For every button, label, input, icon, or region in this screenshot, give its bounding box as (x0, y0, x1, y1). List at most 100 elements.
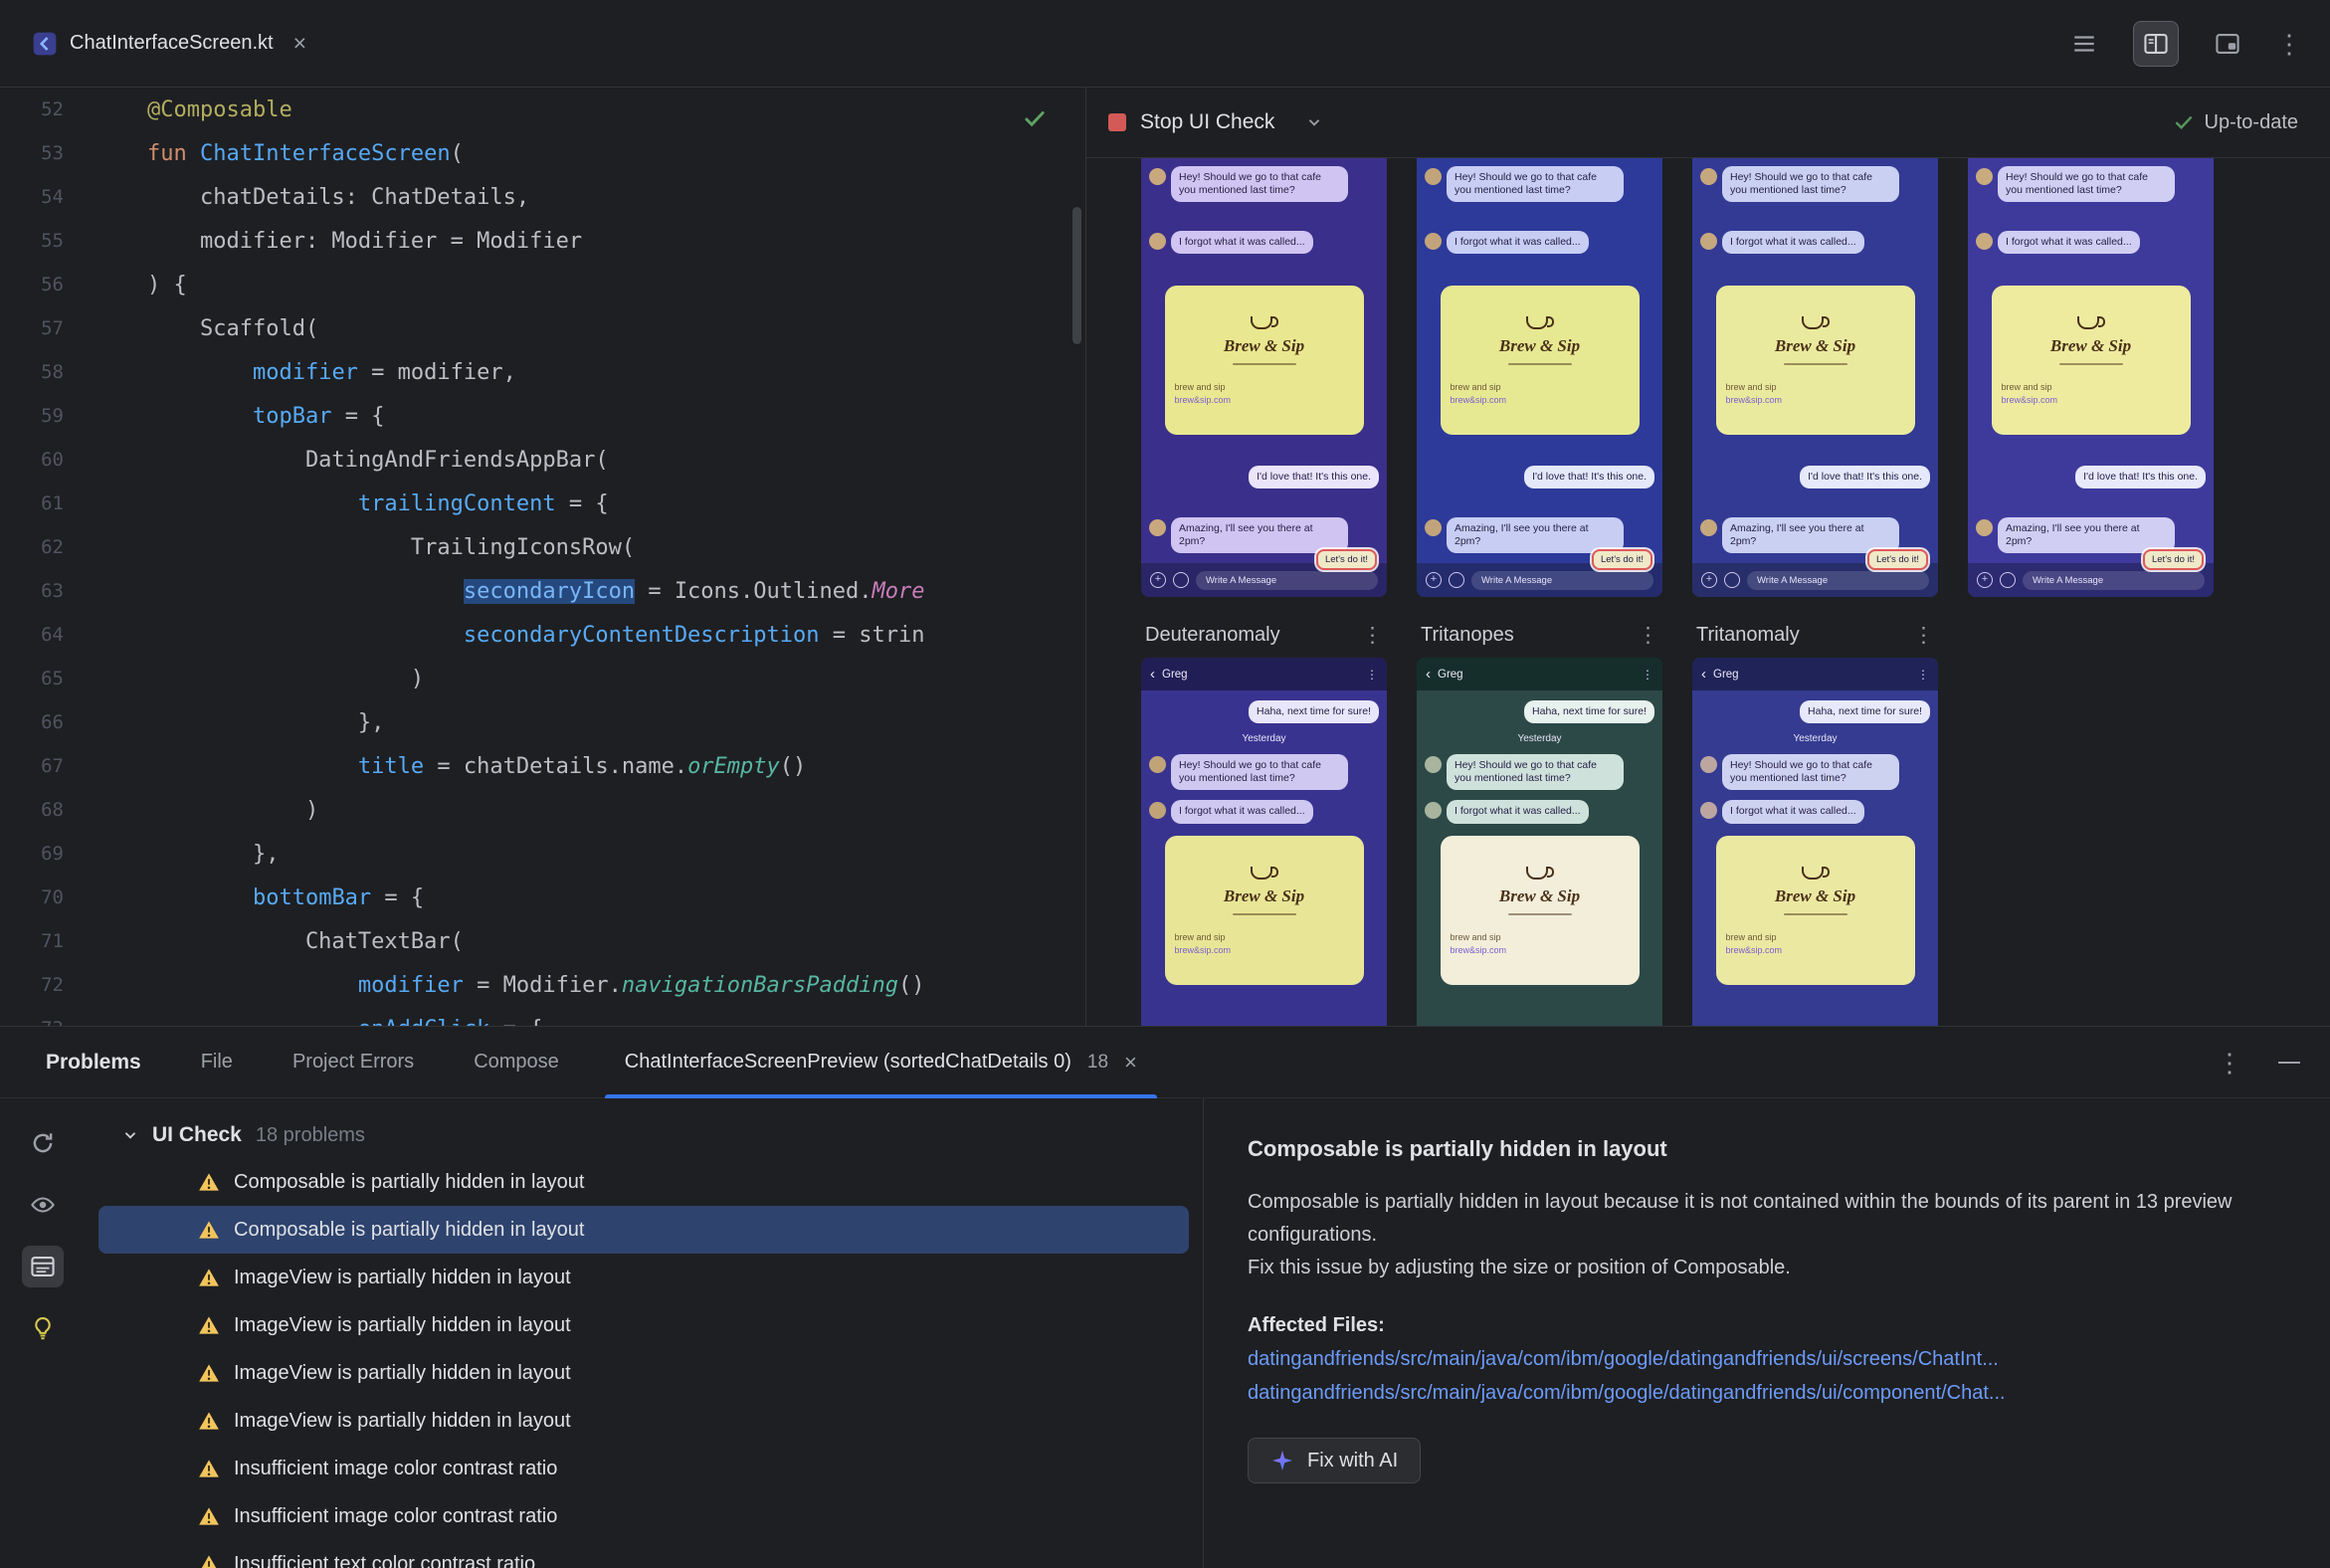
flagged-composable[interactable]: Let's do it! (1866, 549, 1928, 570)
problem-row[interactable]: Insufficient image color contrast ratio (98, 1445, 1189, 1492)
close-tab-icon[interactable]: × (293, 32, 306, 55)
problem-row[interactable]: ImageView is partially hidden in layout (98, 1397, 1189, 1445)
more-options-icon[interactable]: ⋮ (2217, 1050, 2242, 1076)
line-number[interactable]: 73 (0, 1018, 64, 1026)
problem-row[interactable]: Composable is partially hidden in layout (98, 1158, 1189, 1206)
preview-phone[interactable]: ‹ Greg ⋮ Haha, next time for sure! Yesterday… (1692, 658, 1938, 1026)
problem-row[interactable]: Insufficient image color contrast ratio (98, 1492, 1189, 1540)
stop-icon[interactable] (1108, 113, 1126, 131)
day-divider: Yesterday (1242, 733, 1286, 745)
line-number[interactable]: 71 (0, 930, 64, 952)
warning-icon (201, 1555, 217, 1568)
problems-panel-title[interactable]: Problems (46, 1051, 141, 1075)
line-number[interactable]: 58 (0, 361, 64, 383)
flagged-composable[interactable]: Let's do it! (1591, 549, 1652, 570)
code-line[interactable]: 52 @Composable (0, 88, 1085, 131)
tab-project-errors[interactable]: Project Errors (292, 1051, 414, 1074)
code-line[interactable]: 73 onAddClick = { (0, 1007, 1085, 1027)
affected-file-link[interactable]: datingandfriends/src/main/java/com/ibm/g… (1248, 1342, 2284, 1376)
hide-panel-icon[interactable] (2278, 1061, 2300, 1064)
editor-scrollbar[interactable] (1072, 207, 1081, 344)
chat-message-outgoing: I'd love that! It's this one. (1149, 465, 1379, 489)
code-line[interactable]: 53 fun ChatInterfaceScreen( (0, 131, 1085, 175)
preview-phone[interactable]: Hey! Should we go to that cafe you menti… (1141, 158, 1387, 597)
preview-eye-icon[interactable] (22, 1184, 64, 1226)
preview-phone[interactable]: ‹ Greg ⋮ Haha, next time for sure! Yesterday… (1417, 658, 1662, 1026)
code-line[interactable]: 65 ) (0, 657, 1085, 700)
line-number[interactable]: 63 (0, 580, 64, 602)
code-line[interactable]: 60 DatingAndFriendsAppBar( (0, 438, 1085, 482)
line-number[interactable]: 72 (0, 974, 64, 996)
code-line[interactable]: 59 topBar = { (0, 394, 1085, 438)
tab-file[interactable]: File (201, 1051, 233, 1074)
code-line[interactable]: 57 Scaffold( (0, 306, 1085, 350)
quickfix-bulb-icon[interactable] (22, 1307, 64, 1349)
ui-check-mode-icon[interactable] (2205, 21, 2250, 67)
more-options-icon[interactable]: ⋮ (2276, 31, 2302, 57)
preview-phone[interactable]: Hey! Should we go to that cafe you menti… (1968, 158, 2214, 597)
problem-row[interactable]: Composable is partially hidden in layout (98, 1206, 1189, 1254)
line-number[interactable]: 68 (0, 799, 64, 821)
inspections-ok-icon[interactable] (1022, 105, 1048, 136)
code-line[interactable]: 68 ) (0, 788, 1085, 832)
code-line[interactable]: 58 modifier = modifier, (0, 350, 1085, 394)
line-number[interactable]: 61 (0, 492, 64, 514)
code-line[interactable]: 55 modifier: Modifier = Modifier (0, 219, 1085, 263)
preview-phone[interactable]: Hey! Should we go to that cafe you menti… (1692, 158, 1938, 597)
editor-tab[interactable]: ChatInterfaceScreen.kt × (22, 0, 316, 87)
preview-menu-icon[interactable]: ⋮ (1638, 623, 1658, 648)
code-line[interactable]: 69 }, (0, 832, 1085, 876)
line-number[interactable]: 59 (0, 405, 64, 427)
line-number[interactable]: 56 (0, 274, 64, 295)
list-view-icon[interactable] (2061, 21, 2107, 67)
line-number[interactable]: 60 (0, 449, 64, 471)
code-line[interactable]: 70 bottomBar = { (0, 876, 1085, 919)
line-number[interactable]: 70 (0, 886, 64, 908)
code-editor[interactable]: 52 @Composable 53 fun ChatInterfaceScreen(5… (0, 88, 1086, 1026)
code-line[interactable]: 56) { (0, 263, 1085, 306)
flagged-composable[interactable]: Let's do it! (2142, 549, 2204, 570)
line-number[interactable]: 62 (0, 536, 64, 558)
tab-chat-interface-preview[interactable]: ChatInterfaceScreenPreview (sortedChatDe… (604, 1027, 1157, 1098)
line-number[interactable]: 69 (0, 843, 64, 865)
preview-phone[interactable]: ‹ Greg ⋮ Haha, next time for sure! Yesterday… (1141, 658, 1387, 1026)
line-number[interactable]: 64 (0, 624, 64, 646)
chevron-down-icon[interactable] (1306, 114, 1322, 130)
code-line[interactable]: 66 }, (0, 700, 1085, 744)
line-number[interactable]: 67 (0, 755, 64, 777)
problem-row[interactable]: Insufficient text color contrast ratio (98, 1540, 1189, 1568)
preview-phone[interactable]: Hey! Should we go to that cafe you menti… (1417, 158, 1662, 597)
chat-message-incoming: Hey! Should we go to that cafe you menti… (1425, 166, 1654, 203)
refresh-icon[interactable] (22, 1122, 64, 1164)
preview-menu-icon[interactable]: ⋮ (1913, 623, 1934, 648)
code-line[interactable]: 64 secondaryContentDescription = strin (0, 613, 1085, 657)
problem-row[interactable]: ImageView is partially hidden in layout (98, 1254, 1189, 1301)
line-number[interactable]: 65 (0, 668, 64, 689)
line-number[interactable]: 54 (0, 186, 64, 208)
line-number[interactable]: 66 (0, 711, 64, 733)
split-view-icon[interactable] (2133, 20, 2179, 67)
details-view-icon[interactable] (21, 1246, 64, 1287)
line-number[interactable]: 53 (0, 142, 64, 164)
code-line[interactable]: 63 secondaryIcon = Icons.Outlined.More (0, 569, 1085, 613)
preview-menu-icon[interactable]: ⋮ (1362, 623, 1383, 648)
line-number[interactable]: 57 (0, 317, 64, 339)
line-number[interactable]: 52 (0, 98, 64, 120)
code-line[interactable]: 72 modifier = Modifier.navigationBarsPad… (0, 963, 1085, 1007)
affected-file-link[interactable]: datingandfriends/src/main/java/com/ibm/g… (1248, 1376, 2284, 1410)
problem-row[interactable]: ImageView is partially hidden in layout (98, 1349, 1189, 1397)
tab-compose[interactable]: Compose (474, 1051, 559, 1074)
fix-with-ai-button[interactable]: Fix with AI (1248, 1438, 1422, 1483)
code-line[interactable]: 54 chatDetails: ChatDetails, (0, 175, 1085, 219)
close-tab-icon[interactable]: × (1124, 1051, 1137, 1074)
code-line[interactable]: 67 title = chatDetails.name.orEmpty() (0, 744, 1085, 788)
problem-row[interactable]: ImageView is partially hidden in layout (98, 1301, 1189, 1349)
code-line[interactable]: 62 TrailingIconsRow( (0, 525, 1085, 569)
flagged-composable[interactable]: Let's do it! (1315, 549, 1377, 570)
code-line[interactable]: 61 trailingContent = { (0, 482, 1085, 525)
stop-ui-check-button[interactable]: Stop UI Check (1140, 110, 1274, 134)
line-number[interactable]: 55 (0, 230, 64, 252)
problems-group-header[interactable]: UI Check 18 problems (85, 1112, 1203, 1158)
group-name: UI Check (152, 1123, 242, 1146)
code-line[interactable]: 71 ChatTextBar( (0, 919, 1085, 963)
